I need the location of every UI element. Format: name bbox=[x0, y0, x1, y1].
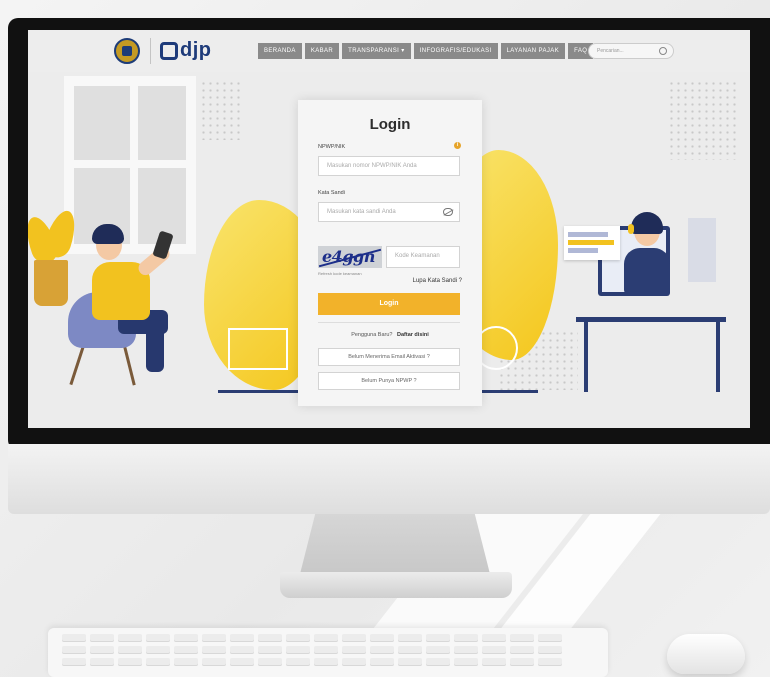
signup-prompt-text: Pengguna Baru? bbox=[351, 332, 393, 338]
person-hair bbox=[92, 224, 124, 244]
person-shin bbox=[146, 320, 164, 372]
djp-logo-mark-icon bbox=[160, 41, 178, 60]
password-label: Kata Sandi bbox=[318, 190, 345, 196]
headset-icon bbox=[628, 224, 634, 234]
npwp-label: NPWP/NIK bbox=[318, 144, 346, 150]
search-placeholder: Pencarian... bbox=[597, 48, 624, 54]
djp-logo[interactable]: djp bbox=[160, 39, 212, 62]
nav-item-kabar[interactable]: KABAR bbox=[304, 43, 340, 59]
plant-pot bbox=[34, 260, 68, 306]
top-navbar: djp BERANDA KABAR TRANSPARANSI ▾ INFOGRA… bbox=[28, 30, 750, 72]
nav-menu: BERANDA KABAR TRANSPARANSI ▾ INFOGRAFIS/… bbox=[258, 43, 594, 59]
keyboard bbox=[48, 628, 608, 677]
server-illustration bbox=[688, 218, 716, 282]
password-input[interactable]: Masukan kata sandi Anda bbox=[318, 202, 460, 222]
desk-top bbox=[576, 317, 726, 322]
envelope-icon bbox=[228, 328, 288, 370]
activation-email-button[interactable]: Belum Menerima Email Aktivasi ? bbox=[318, 348, 460, 366]
mouse bbox=[667, 634, 745, 674]
captcha-image: e4ggn bbox=[318, 246, 382, 268]
dot-pattern bbox=[200, 80, 240, 140]
desk-leg bbox=[584, 322, 588, 392]
captcha-input[interactable]: Kode Keamanan bbox=[386, 246, 460, 268]
dot-pattern bbox=[668, 80, 738, 160]
kemenkeu-emblem-logo[interactable] bbox=[114, 38, 140, 64]
login-title: Login bbox=[369, 116, 411, 133]
captcha-text: e4ggn bbox=[322, 247, 375, 266]
screen: djp BERANDA KABAR TRANSPARANSI ▾ INFOGRA… bbox=[28, 30, 750, 428]
divider bbox=[318, 322, 460, 323]
agent-hair bbox=[631, 212, 663, 234]
monitor-stand-neck bbox=[300, 514, 490, 574]
djp-logo-text: djp bbox=[180, 39, 212, 61]
nav-item-layanan-pajak[interactable]: LAYANAN PAJAK bbox=[500, 43, 566, 59]
no-npwp-button[interactable]: Belum Punya NPWP ? bbox=[318, 372, 460, 390]
desk-leg bbox=[716, 322, 720, 392]
agent-body bbox=[624, 248, 670, 294]
forgot-password-link[interactable]: Lupa Kata Sandi ? bbox=[413, 278, 462, 284]
signup-prompt: Pengguna Baru? Daftar disini bbox=[298, 332, 482, 338]
info-icon[interactable]: i bbox=[454, 142, 461, 149]
search-icon[interactable] bbox=[659, 47, 667, 55]
nav-item-transparansi[interactable]: TRANSPARANSI ▾ bbox=[342, 43, 411, 59]
password-placeholder: Masukan kata sandi Anda bbox=[327, 209, 396, 215]
captcha-refresh-link[interactable]: Refresh kode keamanan bbox=[318, 271, 362, 276]
monitor-stand-base bbox=[280, 572, 512, 598]
monitor-chin bbox=[8, 444, 770, 514]
npwp-input[interactable]: Masukan nomor NPWP/NIK Anda bbox=[318, 156, 460, 176]
captcha-placeholder: Kode Keamanan bbox=[395, 253, 440, 259]
search-input[interactable]: Pencarian... bbox=[588, 43, 674, 59]
npwp-placeholder: Masukan nomor NPWP/NIK Anda bbox=[327, 163, 417, 169]
login-button[interactable]: Login bbox=[318, 293, 460, 315]
nav-item-infografis[interactable]: INFOGRAFIS/EDUKASI bbox=[413, 43, 498, 59]
eye-slash-icon[interactable] bbox=[443, 208, 453, 216]
login-card: Login NPWP/NIK i Masukan nomor NPWP/NIK … bbox=[298, 100, 482, 406]
info-panel-illustration bbox=[564, 226, 620, 260]
window-illustration bbox=[64, 76, 196, 254]
logo-divider bbox=[150, 38, 151, 64]
nav-item-beranda[interactable]: BERANDA bbox=[258, 43, 302, 59]
signup-link[interactable]: Daftar disini bbox=[397, 332, 429, 338]
